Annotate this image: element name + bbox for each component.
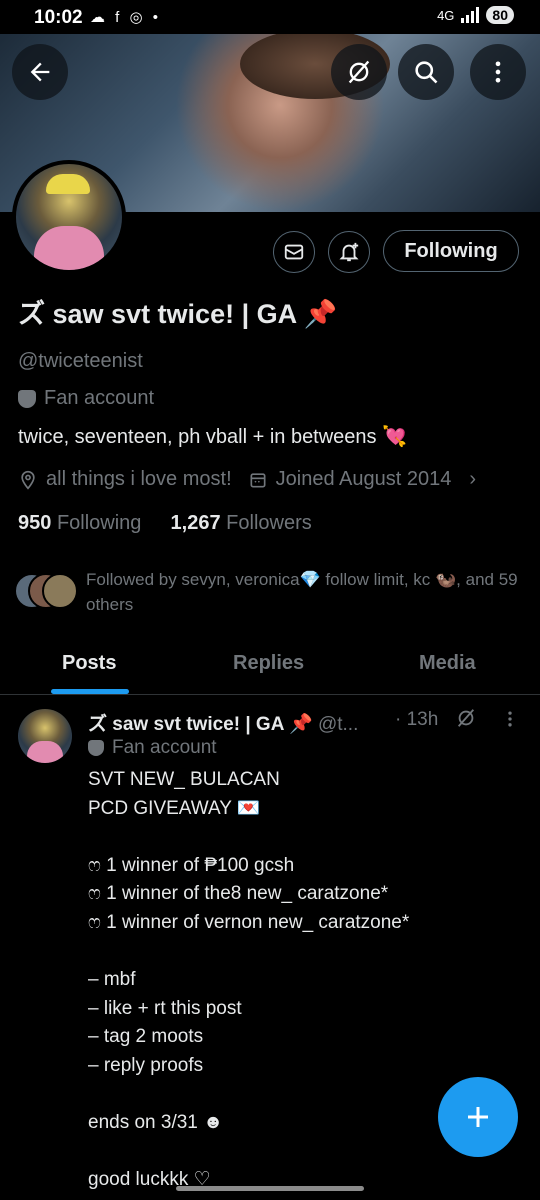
calendar-icon [250, 472, 266, 487]
profile-joined: Joined August 2014 [275, 468, 452, 490]
more-vertical-icon [495, 61, 501, 83]
profile-handle: @twiceteenist [18, 350, 143, 372]
theater-mask-icon [88, 740, 104, 756]
network-label: 4G [437, 7, 455, 23]
post-time: · 13h [395, 709, 439, 730]
notifications-button[interactable] [328, 231, 370, 273]
signal-icon [461, 7, 480, 23]
compose-button[interactable] [438, 1077, 518, 1157]
bell-plus-icon [339, 242, 359, 262]
location-pin-icon [21, 470, 35, 490]
tab-replies[interactable]: Replies [233, 652, 304, 675]
notification-icons: ☁ f ◎ • [90, 9, 162, 26]
followers-label: Followers [226, 512, 312, 534]
avatar-shirt-shape [27, 741, 63, 763]
followers-count: 1,267 [170, 512, 221, 534]
tab-posts[interactable]: Posts [62, 652, 116, 675]
more-options-button[interactable] [470, 44, 526, 100]
following-link[interactable]: 950 Following [18, 512, 141, 534]
tab-active-indicator [51, 689, 129, 694]
followers-link[interactable]: 1,267 Followers [171, 512, 312, 534]
profile-category: Fan account [18, 387, 154, 410]
battery-indicator: 80 [486, 6, 514, 24]
profile-location: all things i love most! [46, 468, 232, 490]
profile-tabs: Posts Replies Media [0, 638, 540, 695]
following-button[interactable]: Following [383, 230, 519, 272]
chevron-right-icon: › [469, 468, 477, 490]
status-right: 4G 80 [437, 6, 514, 24]
search-icon [415, 61, 438, 84]
grok-icon[interactable] [455, 707, 477, 729]
more-vertical-icon[interactable] [500, 709, 520, 729]
theater-mask-icon [18, 389, 36, 408]
post-category-label: Fan account [112, 737, 217, 758]
grok-icon [348, 60, 370, 84]
home-indicator[interactable] [176, 1186, 364, 1191]
post-category: Fan account [88, 737, 217, 759]
back-button[interactable] [12, 44, 68, 100]
mail-icon [284, 244, 304, 260]
avatar-cap-shape [46, 174, 90, 194]
search-button[interactable] [398, 44, 454, 100]
followed-by-avatars [14, 573, 78, 609]
post-author-name[interactable]: ズ saw svt twice! | GA 📌 [88, 714, 313, 735]
grok-button[interactable] [331, 44, 387, 100]
plus-icon [468, 1107, 488, 1127]
post-author-handle[interactable]: @t... [318, 714, 358, 735]
post-avatar[interactable] [18, 709, 72, 763]
profile-meta[interactable]: all things i love most! Joined August 20… [18, 468, 476, 491]
profile-avatar[interactable] [12, 160, 126, 274]
profile-category-label: Fan account [44, 387, 155, 409]
profile-bio: twice, seventeen, ph vball + in betweens… [18, 426, 408, 448]
tab-media[interactable]: Media [419, 652, 476, 675]
mini-avatar [42, 573, 78, 609]
message-button[interactable] [273, 231, 315, 273]
arrow-left-icon [30, 62, 50, 82]
avatar-shirt-shape [34, 226, 104, 270]
following-label: Following [56, 512, 142, 534]
followed-by-text[interactable]: Followed by sevyn, veronica💎 follow limi… [86, 567, 526, 617]
profile-stats: 950 Following 1,267 Followers [18, 512, 312, 535]
post-header: ズ saw svt twice! | GA 📌 @t... [88, 709, 358, 736]
status-time: 10:02 [34, 7, 83, 28]
status-bar: 10:02 ☁ f ◎ • 4G 80 [0, 0, 540, 34]
following-count: 950 [18, 512, 52, 534]
profile-name: ズ saw svt twice! | GA 📌 [18, 299, 338, 329]
